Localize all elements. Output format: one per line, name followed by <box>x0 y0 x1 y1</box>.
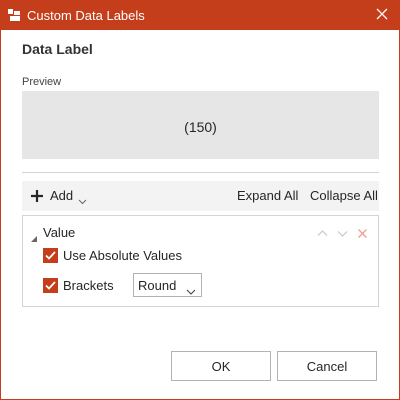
preview-box: (150) <box>22 91 379 159</box>
collapse-all-button[interactable]: Collapse All <box>310 188 378 203</box>
chart-label-icon <box>7 8 21 22</box>
chevron-down-icon <box>186 283 196 295</box>
ok-button[interactable]: OK <box>171 351 271 381</box>
close-button[interactable] <box>365 1 399 30</box>
tree-node-label: Value <box>43 225 76 240</box>
use-absolute-values-checkbox[interactable] <box>43 248 58 263</box>
use-absolute-values-label: Use Absolute Values <box>63 248 182 263</box>
tree-node-value[interactable]: Value <box>31 225 76 242</box>
option-brackets: Brackets Round <box>43 273 202 297</box>
toolbar: Add Expand All Collapse All <box>22 181 379 211</box>
expand-all-button[interactable]: Expand All <box>237 188 298 203</box>
preview-label: Preview <box>22 76 62 88</box>
chevron-down-icon <box>78 193 87 204</box>
checkmark-icon <box>45 248 56 263</box>
cancel-button[interactable]: Cancel <box>277 351 377 381</box>
brackets-style-select[interactable]: Round <box>133 273 202 297</box>
brackets-style-value: Round <box>138 278 177 293</box>
move-up-icon[interactable] <box>317 226 328 237</box>
delete-icon[interactable] <box>357 226 368 238</box>
label-items-panel: Value Use Absolute Values Brackets Round <box>22 215 379 307</box>
brackets-label: Brackets <box>63 278 114 293</box>
plus-icon <box>30 189 44 203</box>
close-icon <box>376 7 388 25</box>
brackets-checkbox[interactable] <box>43 278 58 293</box>
title-bar: Custom Data Labels <box>1 1 399 30</box>
preview-value: (150) <box>184 119 217 135</box>
window-title: Custom Data Labels <box>27 8 145 23</box>
custom-data-labels-dialog: Custom Data Labels Data Label Preview (1… <box>0 0 400 400</box>
collapse-triangle-icon[interactable] <box>31 230 37 242</box>
add-button[interactable]: Add <box>30 188 87 204</box>
add-button-label: Add <box>50 188 74 203</box>
section-title: Data Label <box>22 41 93 57</box>
checkmark-icon <box>45 278 56 293</box>
divider <box>22 172 379 173</box>
option-use-absolute-values: Use Absolute Values <box>43 248 182 263</box>
row-actions <box>317 226 368 238</box>
move-down-icon[interactable] <box>337 226 348 237</box>
